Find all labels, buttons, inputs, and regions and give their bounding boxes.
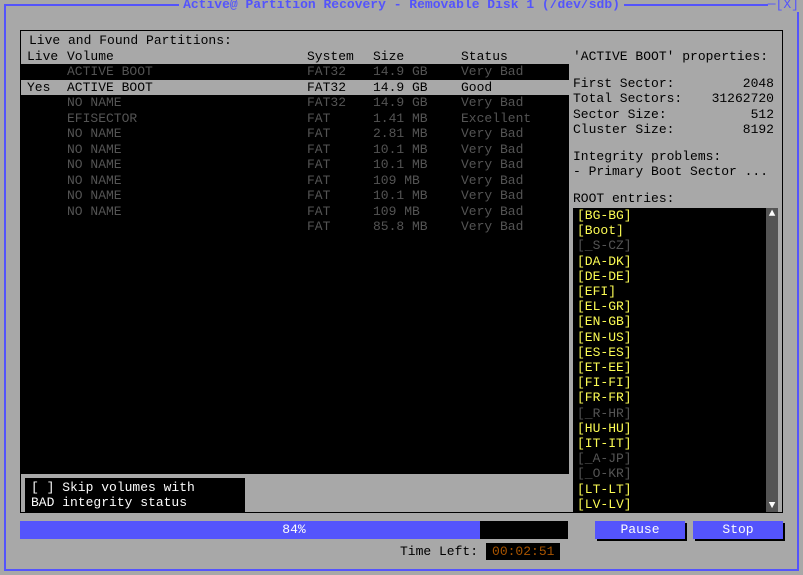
col-live: Live [27,49,67,64]
scrollbar[interactable]: ▲ ▼ [766,208,778,512]
title-bar: Active@ Partition Recovery - Removable D… [6,0,797,12]
root-entry[interactable]: [DA-DK] [577,254,762,269]
table-row[interactable]: ACTIVE BOOTFAT3214.9 GBVery Bad [21,64,569,80]
integrity-label: Integrity problems: [573,149,782,164]
table-row[interactable]: FAT85.8 MBVery Bad [21,219,569,235]
root-entry[interactable]: [_S-CZ] [577,238,762,253]
table-row[interactable]: EFISECTORFAT1.41 MBExcellent [21,111,569,127]
window-title: Active@ Partition Recovery - Removable D… [179,0,624,12]
partition-list[interactable]: ACTIVE BOOTFAT3214.9 GBVery BadYesACTIVE… [21,64,569,474]
root-entry[interactable]: [EL-GR] [577,299,762,314]
table-row[interactable]: YesACTIVE BOOTFAT3214.9 GBGood [21,80,569,96]
root-entry[interactable]: [HU-HU] [577,421,762,436]
properties-title: 'ACTIVE BOOT' properties: [573,49,782,64]
root-entry[interactable]: [EN-GB] [577,314,762,329]
close-button[interactable]: ─[X] [768,0,799,12]
root-entry[interactable]: [LT-LT] [577,482,762,497]
root-entry[interactable]: [LV-LV] [577,497,762,512]
scroll-up-icon[interactable]: ▲ [766,208,778,220]
content-frame: Live and Found Partitions: Live Volume S… [20,30,783,513]
table-row[interactable]: NO NAMEFAT10.1 MBVery Bad [21,188,569,204]
time-left-label: Time Left: [400,544,478,559]
root-list[interactable]: [BG-BG][Boot][_S-CZ][DA-DK][DE-DE][EFI][… [573,208,766,512]
table-row[interactable]: NO NAMEFAT10.1 MBVery Bad [21,157,569,173]
col-status: Status [461,49,563,64]
root-entry[interactable]: [Boot] [577,223,762,238]
table-row[interactable]: NO NAMEFAT109 MBVery Bad [21,204,569,220]
stop-button[interactable]: Stop [693,521,783,539]
root-entry[interactable]: [IT-IT] [577,436,762,451]
root-entry[interactable]: [_R-HR] [577,406,762,421]
bottom-bar: 84% Pause Stop Time Left: 00:02:51 [20,521,783,561]
col-volume: Volume [67,49,307,64]
table-row[interactable]: NO NAMEFAT2.81 MBVery Bad [21,126,569,142]
col-size: Size [373,49,461,64]
root-entries-box: [BG-BG][Boot][_S-CZ][DA-DK][DE-DE][EFI][… [573,208,778,512]
root-entry[interactable]: [ES-ES] [577,345,762,360]
table-row[interactable]: NO NAMEFAT109 MBVery Bad [21,173,569,189]
properties-panel: 'ACTIVE BOOT' properties: First Sector:2… [569,49,782,512]
scroll-down-icon[interactable]: ▼ [766,500,778,512]
properties-list: First Sector:2048Total Sectors:31262720S… [573,76,782,138]
skip-line2: BAD integrity status [31,495,239,510]
live-found-label: Live and Found Partitions: [21,31,782,48]
table-row[interactable]: NO NAMEFAT3214.9 GBVery Bad [21,95,569,111]
root-entry[interactable]: [BG-BG] [577,208,762,223]
root-entry[interactable]: [_O-KR] [577,466,762,481]
skip-line1: [ ] Skip volumes with [31,480,239,495]
root-entry[interactable]: [EFI] [577,284,762,299]
progress-bar: 84% [20,521,568,539]
integrity-item: - Primary Boot Sector ... [573,164,782,179]
property-row: Total Sectors:31262720 [573,91,782,107]
table-row[interactable]: NO NAMEFAT10.1 MBVery Bad [21,142,569,158]
root-entry[interactable]: [DE-DE] [577,269,762,284]
main-frame: Active@ Partition Recovery - Removable D… [4,4,799,571]
progress-text: 84% [20,521,568,539]
root-entry[interactable]: [_A-JP] [577,451,762,466]
skip-checkbox[interactable]: [ ] Skip volumes with BAD integrity stat… [25,478,245,512]
root-entry[interactable]: [ET-EE] [577,360,762,375]
col-system: System [307,49,373,64]
table-header: Live Volume System Size Status [21,49,569,64]
time-left-value: 00:02:51 [486,543,560,560]
property-row: Cluster Size:8192 [573,122,782,138]
root-entry[interactable]: [EN-US] [577,330,762,345]
root-title: ROOT entries: [573,191,782,206]
root-entry[interactable]: [FI-FI] [577,375,762,390]
root-entry[interactable]: [FR-FR] [577,390,762,405]
partition-panel: Live Volume System Size Status ACTIVE BO… [21,49,569,512]
pause-button[interactable]: Pause [595,521,685,539]
property-row: Sector Size:512 [573,107,782,123]
property-row: First Sector:2048 [573,76,782,92]
